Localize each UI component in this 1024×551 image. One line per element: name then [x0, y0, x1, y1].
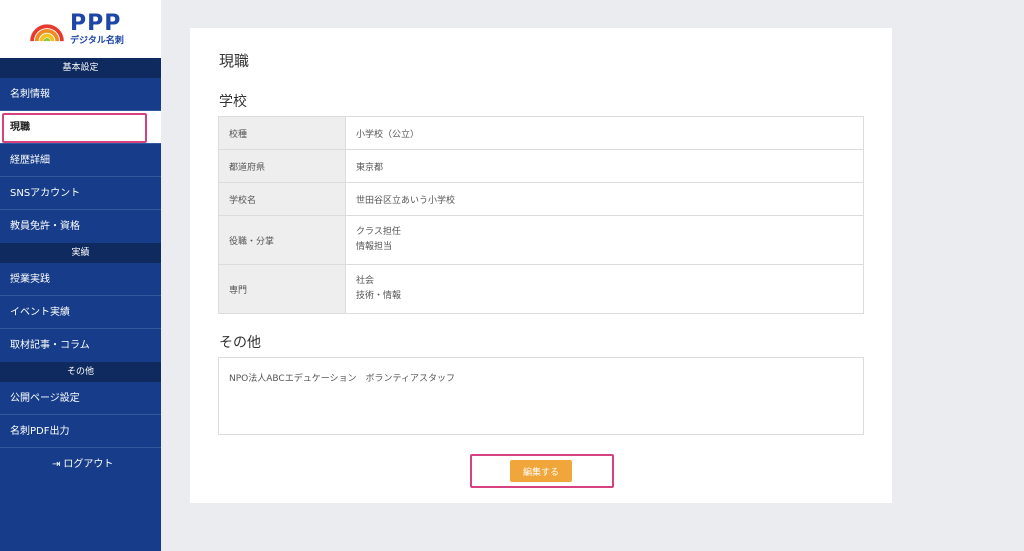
main-card: 現職 学校 校種 小学校（公立） 都道府県 東京都 学校名 世田谷区立あいう小学…	[190, 28, 892, 503]
row-label: 役職・分掌	[218, 215, 346, 265]
row-value: 小学校（公立）	[345, 116, 864, 150]
table-row: 都道府県 東京都	[218, 149, 864, 183]
school-section-title: 学校	[219, 94, 247, 110]
logout-icon: ⇥	[52, 459, 61, 470]
sidebar-item-business-card[interactable]: 名刺情報	[0, 78, 161, 111]
row-value: 世田谷区立あいう小学校	[345, 182, 864, 216]
other-info-box: NPO法人ABCエデュケーション ボランティアスタッフ	[218, 357, 864, 435]
row-value-line: 技術・情報	[356, 291, 402, 301]
sidebar: PPP デジタル名刺 基本設定 名刺情報 現職 経歴詳細 SNSアカウント 教員…	[0, 0, 161, 551]
school-info-table: 校種 小学校（公立） 都道府県 東京都 学校名 世田谷区立あいう小学校 役職・分…	[218, 116, 864, 314]
page-title: 現職	[219, 52, 250, 70]
rainbow-logo-icon	[30, 24, 64, 42]
sidebar-item-events[interactable]: イベント実績	[0, 296, 161, 329]
edit-button[interactable]: 編集する	[510, 460, 572, 482]
sidebar-item-articles[interactable]: 取材記事・コラム	[0, 329, 161, 362]
section-other: その他	[0, 362, 161, 382]
row-value-line: 社会	[356, 276, 375, 286]
row-value-line: クラス担任	[356, 227, 401, 237]
row-value: クラス担任 情報担当	[345, 215, 864, 265]
row-value: 東京都	[345, 149, 864, 183]
sidebar-item-licenses[interactable]: 教員免許・資格	[0, 210, 161, 243]
row-label: 専門	[218, 264, 346, 314]
row-label: 学校名	[218, 182, 346, 216]
section-basic-settings: 基本設定	[0, 58, 161, 78]
sidebar-item-sns[interactable]: SNSアカウント	[0, 177, 161, 210]
sidebar-item-current-job[interactable]: 現職	[0, 111, 161, 144]
logo-brand: PPP	[70, 10, 122, 36]
logo-subtitle: デジタル名刺	[70, 35, 124, 46]
row-label: 都道府県	[218, 149, 346, 183]
table-row: 専門 社会 技術・情報	[218, 264, 864, 314]
table-row: 学校名 世田谷区立あいう小学校	[218, 182, 864, 216]
sidebar-item-pdf-export[interactable]: 名刺PDF出力	[0, 415, 161, 448]
logout-label: ログアウト	[63, 459, 114, 470]
row-value-line: 情報担当	[356, 242, 393, 252]
sidebar-item-lessons[interactable]: 授業実践	[0, 263, 161, 296]
logout-button[interactable]: ⇥ ログアウト	[0, 448, 161, 482]
section-achievements: 実績	[0, 243, 161, 263]
logo[interactable]: PPP デジタル名刺	[0, 0, 161, 58]
row-label: 校種	[218, 116, 346, 150]
row-value: 社会 技術・情報	[345, 264, 864, 314]
sidebar-item-career[interactable]: 経歴詳細	[0, 144, 161, 177]
other-section-title: その他	[219, 335, 261, 351]
table-row: 役職・分掌 クラス担任 情報担当	[218, 215, 864, 265]
sidebar-item-public-page[interactable]: 公開ページ設定	[0, 382, 161, 415]
table-row: 校種 小学校（公立）	[218, 116, 864, 150]
